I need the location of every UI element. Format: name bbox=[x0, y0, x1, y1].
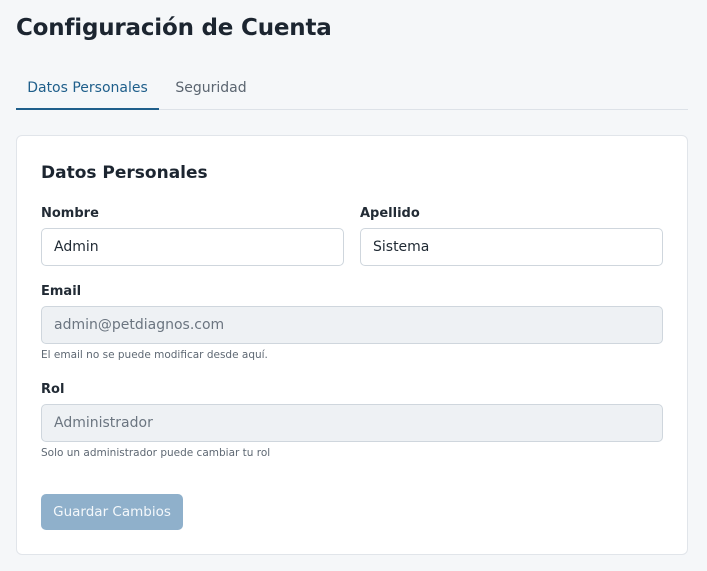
nombre-label: Nombre bbox=[41, 206, 99, 221]
tab-datos-personales[interactable]: Datos Personales bbox=[16, 66, 159, 110]
apellido-label: Apellido bbox=[360, 206, 420, 221]
personal-data-card: Datos Personales Nombre Apellido Email E… bbox=[16, 135, 688, 555]
email-label: Email bbox=[41, 284, 82, 299]
email-help-text: El email no se puede modificar desde aqu… bbox=[41, 349, 268, 361]
tab-bar: Datos Personales Seguridad bbox=[16, 66, 688, 110]
save-button[interactable]: Guardar Cambios bbox=[41, 494, 183, 530]
rol-input bbox=[41, 404, 663, 442]
apellido-input[interactable] bbox=[360, 228, 663, 266]
tab-seguridad[interactable]: Seguridad bbox=[171, 66, 251, 110]
nombre-input[interactable] bbox=[41, 228, 344, 266]
page-title: Configuración de Cuenta bbox=[16, 15, 332, 41]
section-title: Datos Personales bbox=[41, 163, 208, 183]
email-input bbox=[41, 306, 663, 344]
rol-help-text: Solo un administrador puede cambiar tu r… bbox=[41, 447, 271, 459]
rol-label: Rol bbox=[41, 382, 65, 397]
